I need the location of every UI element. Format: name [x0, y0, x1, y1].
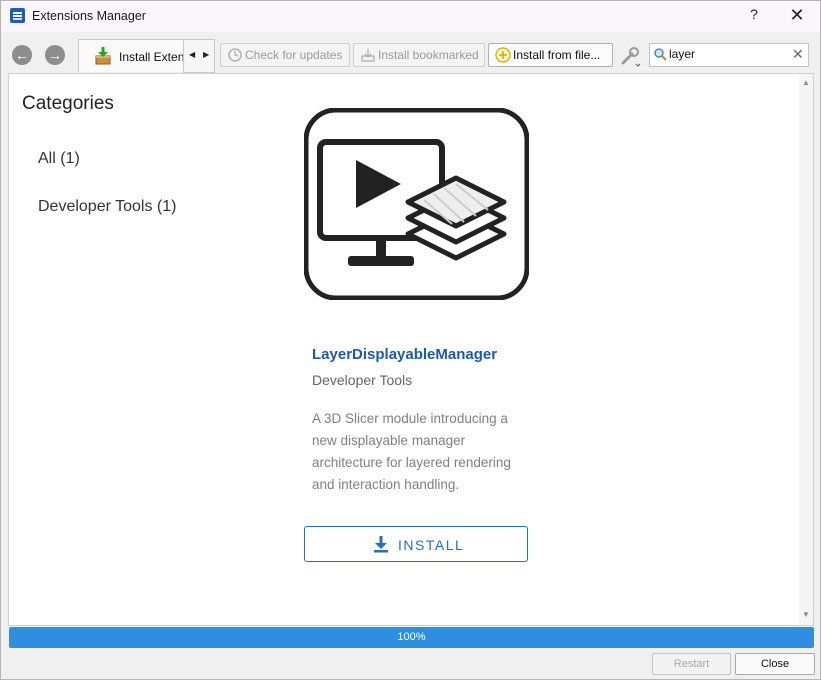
vertical-scrollbar[interactable]: ▲ ▼: [799, 74, 813, 625]
extensions-manager-window: Extensions Manager ? ✕ ← → Install Exten…: [0, 0, 821, 680]
extensions-content: Categories All (1) Developer Tools (1) L…: [8, 73, 814, 626]
clear-search-icon[interactable]: ✕: [792, 46, 804, 63]
progress-text: 100%: [397, 631, 426, 643]
scroll-down-icon[interactable]: ▼: [802, 610, 810, 619]
back-button[interactable]: ←: [12, 45, 32, 65]
close-window-button[interactable]: ✕: [787, 5, 807, 25]
extension-name-link[interactable]: LayerDisplayableManager: [312, 346, 497, 363]
window-title: Extensions Manager: [32, 9, 146, 23]
category-all[interactable]: All (1): [38, 150, 80, 168]
category-developer-tools[interactable]: Developer Tools (1): [38, 198, 176, 216]
install-from-file-button[interactable]: Install from file...: [488, 43, 613, 67]
title-bar: Extensions Manager ? ✕: [1, 1, 820, 32]
refresh-clock-icon: [228, 48, 242, 62]
search-box[interactable]: ✕: [649, 43, 809, 67]
download-icon: [374, 536, 388, 553]
wrench-icon[interactable]: [619, 45, 643, 67]
tab-install-extensions[interactable]: Install Extensions: [78, 39, 186, 72]
chevron-right-icon[interactable]: ▶: [203, 50, 209, 59]
add-icon: [495, 47, 511, 63]
tab-scroll-buttons[interactable]: ◀ ▶: [183, 39, 215, 73]
chevron-left-icon[interactable]: ◀: [189, 50, 195, 59]
toolbar: ← → Install Extensions ◀ ▶ Check for upd…: [1, 37, 820, 73]
close-button[interactable]: Close: [735, 653, 815, 675]
tab-label: Install Extensions: [119, 50, 185, 64]
restart-button[interactable]: Restart: [652, 653, 731, 675]
extension-icon: [304, 108, 529, 300]
search-input[interactable]: [669, 46, 787, 62]
install-button[interactable]: INSTALL: [304, 526, 528, 562]
forward-arrow-icon: →: [48, 47, 62, 63]
package-download-icon: [95, 47, 111, 65]
extension-category: Developer Tools: [312, 372, 413, 388]
forward-button[interactable]: →: [45, 45, 65, 65]
progress-bar: 100%: [9, 627, 814, 648]
scroll-up-icon[interactable]: ▲: [802, 78, 810, 87]
back-arrow-icon: ←: [15, 47, 29, 63]
search-icon: [654, 48, 667, 61]
categories-heading: Categories: [22, 93, 114, 114]
extension-description: A 3D Slicer module introducing a new dis…: [312, 411, 511, 492]
bookmark-download-icon: [361, 49, 375, 62]
help-button[interactable]: ?: [747, 6, 761, 24]
check-for-updates-button[interactable]: Check for updates: [220, 43, 350, 67]
install-bookmarked-button[interactable]: Install bookmarked: [353, 43, 485, 67]
app-icon: [10, 8, 25, 23]
